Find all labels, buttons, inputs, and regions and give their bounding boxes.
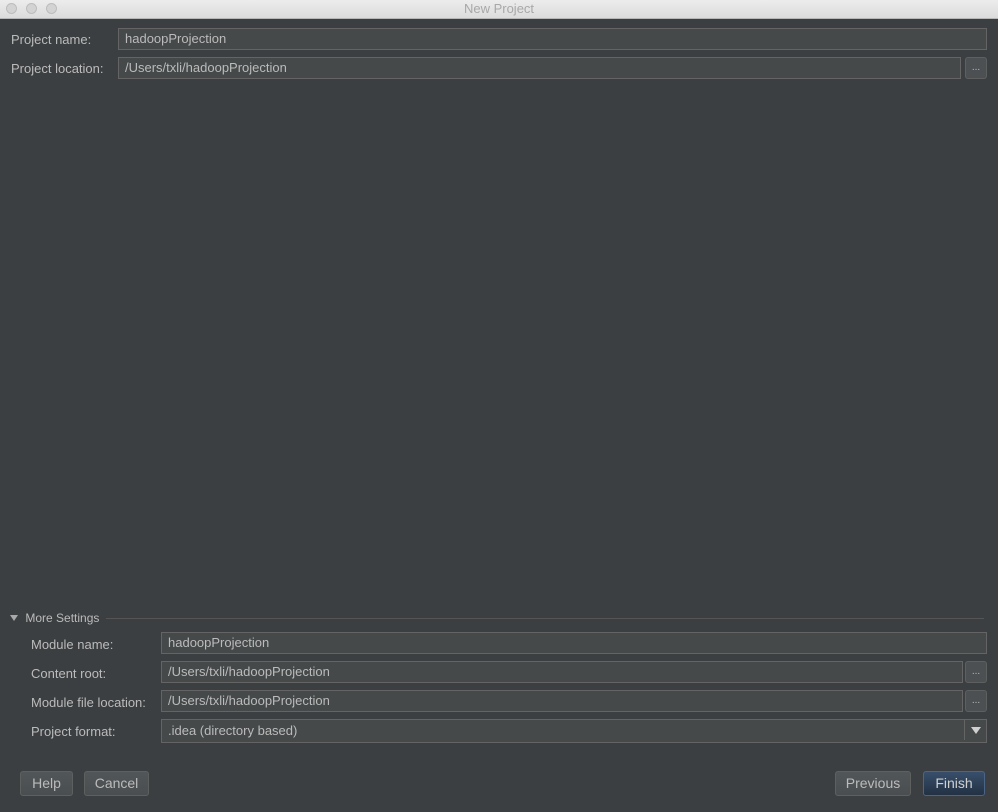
previous-button[interactable]: Previous xyxy=(835,771,911,796)
window-title: New Project xyxy=(463,1,535,16)
more-settings-title: More Settings xyxy=(25,611,100,625)
module-file-location-label: Module file location: xyxy=(31,695,146,710)
project-format-label: Project format: xyxy=(31,724,116,739)
module-file-location-field[interactable]: /Users/txli/hadoopProjection xyxy=(161,690,963,712)
content-root-label: Content root: xyxy=(31,666,107,681)
project-format-select[interactable]: .idea (directory based) xyxy=(161,719,987,743)
more-settings-separator xyxy=(106,618,984,619)
project-location-label: Project location: xyxy=(11,61,104,76)
project-location-field[interactable]: /Users/txli/hadoopProjection xyxy=(118,57,961,79)
disclosure-triangle-icon xyxy=(10,615,18,621)
module-name-label: Module name: xyxy=(31,637,114,652)
content-root-browse-button[interactable]: ... xyxy=(965,661,987,683)
more-settings-toggle[interactable]: More Settings xyxy=(10,611,99,625)
module-name-field[interactable]: hadoopProjection xyxy=(161,632,987,654)
cancel-button[interactable]: Cancel xyxy=(84,771,149,796)
dropdown-arrow-icon[interactable] xyxy=(964,720,986,740)
project-format-value: .idea (directory based) xyxy=(168,723,298,738)
project-location-browse-button[interactable]: ... xyxy=(965,57,987,79)
title-bar: New Project xyxy=(0,0,998,19)
module-file-location-browse-button[interactable]: ... xyxy=(965,690,987,712)
project-name-label: Project name: xyxy=(11,32,92,47)
new-project-dialog: New Project Project name: hadoopProjecti… xyxy=(0,0,998,812)
help-button[interactable]: Help xyxy=(20,771,73,796)
content-root-field[interactable]: /Users/txli/hadoopProjection xyxy=(161,661,963,683)
finish-button[interactable]: Finish xyxy=(923,771,985,796)
project-name-field[interactable]: hadoopProjection xyxy=(118,28,987,50)
